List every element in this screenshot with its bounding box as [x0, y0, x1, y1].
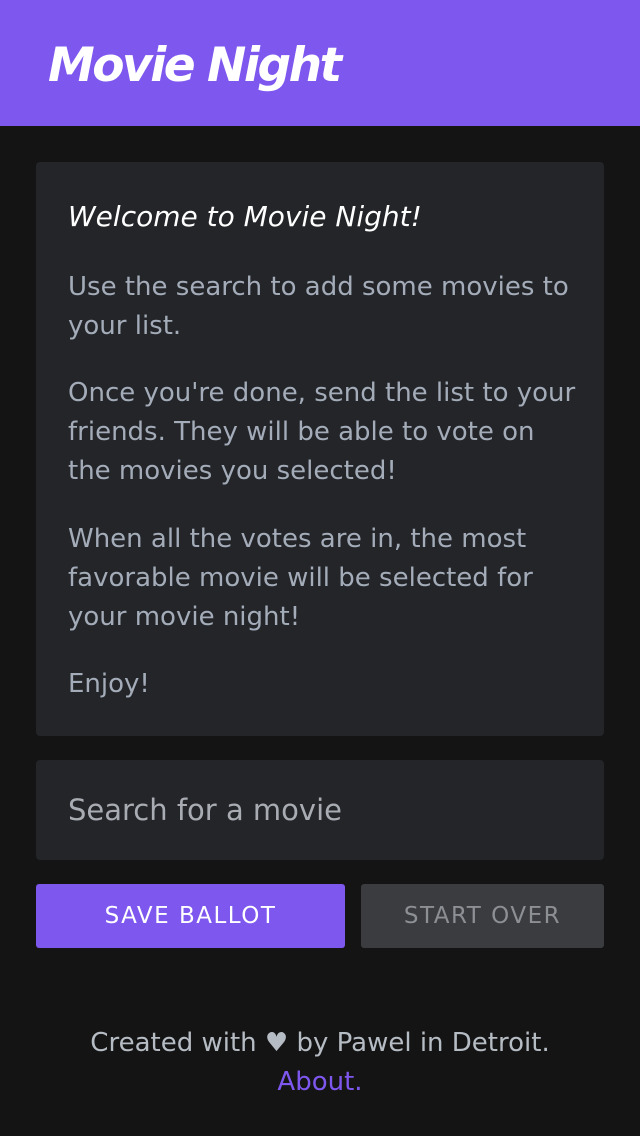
start-over-button[interactable]: Start Over — [361, 884, 604, 948]
app-title: Movie Night — [48, 38, 342, 93]
welcome-paragraph-search: Use the search to add some movies to you… — [68, 272, 569, 341]
app-header: Movie Night — [0, 0, 640, 126]
welcome-card: Welcome to Movie Night! Use the search t… — [36, 162, 604, 736]
footer-credit: Created with ♥ by Pawel in Detroit. — [0, 1024, 640, 1063]
welcome-paragraph-share: Once you're done, send the list to your … — [68, 378, 576, 486]
welcome-heading: Welcome to Movie Night! — [68, 200, 422, 233]
about-link[interactable]: About. — [277, 1067, 362, 1097]
movie-search-input[interactable] — [36, 760, 604, 860]
footer-credit-prefix: Created with — [90, 1028, 257, 1058]
footer: Created with ♥ by Pawel in Detroit. Abou… — [0, 1024, 640, 1102]
heart-icon: ♥ — [264, 1028, 289, 1058]
save-ballot-button[interactable]: Save Ballot — [36, 884, 345, 948]
welcome-paragraph-enjoy: Enjoy! — [68, 669, 150, 699]
welcome-paragraph-votes: When all the votes are in, the most favo… — [68, 524, 533, 632]
footer-credit-suffix: by Pawel in Detroit. — [296, 1028, 550, 1058]
